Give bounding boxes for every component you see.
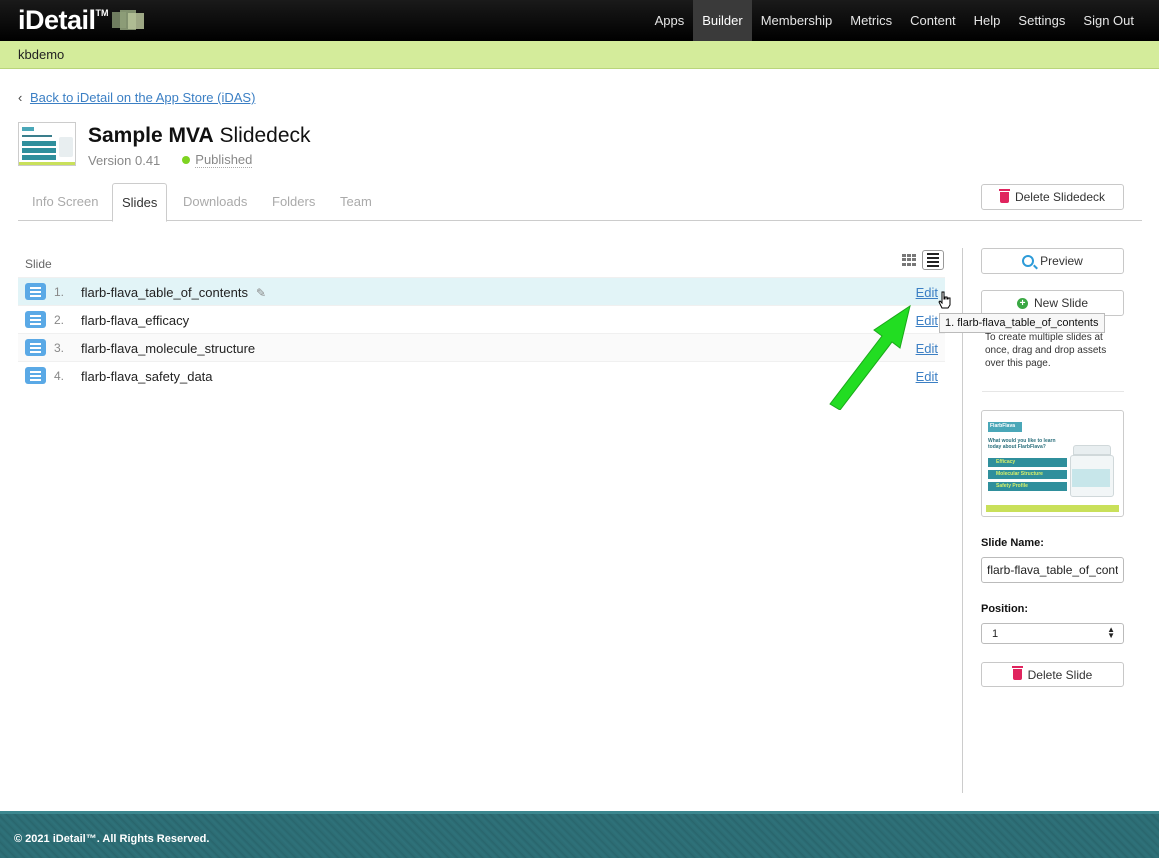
plus-icon: + <box>1016 297 1028 309</box>
list-icon <box>25 311 46 328</box>
slide-column-header: Slide <box>25 257 52 271</box>
thumb-item: Molecular Structure <box>996 471 1043 477</box>
tab-info-screen[interactable]: Info Screen <box>18 183 113 221</box>
trash-icon <box>998 188 1010 203</box>
new-slide-label: New Slide <box>1033 296 1089 310</box>
delete-slide-button[interactable]: Delete Slide <box>981 662 1124 687</box>
logo-trademark: TM <box>95 8 109 18</box>
hand-cursor-icon <box>938 291 951 309</box>
nav-content[interactable]: Content <box>901 0 965 41</box>
slide-number: 1. <box>54 285 65 299</box>
zoom-icon <box>1022 255 1035 267</box>
deck-title-rest: Slidedeck <box>213 124 311 147</box>
slide-name: flarb-flava_safety_data <box>81 369 213 384</box>
slide-name: flarb-flava_molecule_structure <box>81 341 256 356</box>
slide-preview-image: FlarbFlava What would you like to learn … <box>986 417 1119 512</box>
slide-number: 3. <box>54 341 65 355</box>
tab-folders[interactable]: Folders <box>258 183 329 221</box>
list-item[interactable]: 3. flarb-flava_molecule_structure Edit <box>18 333 945 361</box>
nav-metrics[interactable]: Metrics <box>841 0 901 41</box>
page-footer: © 2021 iDetail™. All Rights Reserved. <box>0 811 1159 858</box>
annotation-arrow-icon <box>829 304 911 410</box>
drag-drop-hint: To create multiple slides at once, drag … <box>985 332 1107 369</box>
nav-membership[interactable]: Membership <box>752 0 842 41</box>
tab-downloads[interactable]: Downloads <box>169 183 261 221</box>
list-icon <box>25 339 46 356</box>
thumb-item: Efficacy <box>996 459 1016 465</box>
list-icon <box>25 283 46 300</box>
preview-button[interactable]: Preview <box>981 248 1124 274</box>
delete-slidedeck-button[interactable]: Delete Slidedeck <box>981 184 1124 210</box>
trash-icon <box>1011 666 1023 680</box>
slidedeck-thumbnail <box>18 122 76 166</box>
tab-team[interactable]: Team <box>326 183 386 221</box>
logo-squares-icon <box>111 10 146 32</box>
page-title: Sample MVA Slidedeck <box>88 124 311 148</box>
account-bar: kbdemo <box>0 41 1159 69</box>
thumb-question: What would you like to learn today about… <box>988 438 1056 450</box>
tooltip: 1. flarb-flava_table_of_contents <box>939 313 1105 333</box>
status-badge[interactable]: Published <box>195 152 253 168</box>
list-item[interactable]: 4. flarb-flava_safety_data Edit <box>18 361 945 389</box>
position-label: Position: <box>981 603 1029 615</box>
delete-slidedeck-label: Delete Slidedeck <box>1014 190 1106 204</box>
pencil-icon[interactable]: ✎ <box>256 286 266 300</box>
list-view-icon[interactable] <box>922 250 944 270</box>
deck-version: Version 0.41 <box>88 152 161 168</box>
idetail-logo[interactable]: iDetail TM <box>18 6 146 34</box>
top-navbar: iDetail TM Apps Builder Membership Metri… <box>0 0 1159 41</box>
slide-number: 2. <box>54 313 65 327</box>
main-nav: Apps Builder Membership Metrics Content … <box>646 0 1143 41</box>
chevron-left-icon: ‹ <box>18 90 23 105</box>
slide-name-label: Slide Name: <box>981 537 1044 549</box>
deck-meta: Version 0.41 Published <box>88 152 253 168</box>
position-select[interactable]: 1 ▲ ▼ <box>981 623 1124 644</box>
list-item[interactable]: 2. flarb-flava_efficacy Edit <box>18 305 945 333</box>
preview-label: Preview <box>1040 254 1083 268</box>
nav-builder[interactable]: Builder <box>693 0 752 41</box>
nav-sign-out[interactable]: Sign Out <box>1074 0 1143 41</box>
grid-view-icon[interactable] <box>902 254 916 266</box>
back-to-idas-link[interactable]: Back to iDetail on the App Store (iDAS) <box>30 90 255 105</box>
slide-name: flarb-flava_efficacy <box>81 313 190 328</box>
tab-slides[interactable]: Slides <box>112 183 168 222</box>
slide-number: 4. <box>54 369 65 383</box>
deck-title-bold: Sample MVA <box>88 124 214 147</box>
breadcrumb: ‹ Back to iDetail on the App Store (iDAS… <box>18 90 255 105</box>
slide-preview-thumbnail[interactable]: FlarbFlava What would you like to learn … <box>981 410 1124 517</box>
deck-tabs: Info Screen Slides Downloads Folders Tea… <box>18 183 1142 222</box>
account-name: kbdemo <box>18 47 65 62</box>
position-value: 1 <box>992 628 999 640</box>
edit-link[interactable]: Edit <box>916 285 938 300</box>
logo-text: iDetail <box>18 5 96 35</box>
updown-arrows-icon: ▲ ▼ <box>1107 625 1115 640</box>
list-item[interactable]: 1. flarb-flava_table_of_contents ✎ Edit <box>18 277 945 305</box>
slide-list: 1. flarb-flava_table_of_contents ✎ Edit … <box>18 277 945 389</box>
slide-name-field[interactable] <box>981 557 1124 583</box>
thumb-brand: FlarbFlava <box>990 423 1016 429</box>
nav-help[interactable]: Help <box>965 0 1010 41</box>
nav-apps[interactable]: Apps <box>646 0 694 41</box>
slide-name: flarb-flava_table_of_contents <box>81 285 248 300</box>
thumb-item: Safety Profile <box>996 483 1028 489</box>
status-dot-icon <box>182 156 191 164</box>
delete-slide-label: Delete Slide <box>1027 667 1093 682</box>
copyright-text: © 2021 iDetail™. All Rights Reserved. <box>14 833 210 845</box>
divider <box>982 391 1124 392</box>
list-icon <box>25 367 46 384</box>
nav-settings[interactable]: Settings <box>1009 0 1074 41</box>
